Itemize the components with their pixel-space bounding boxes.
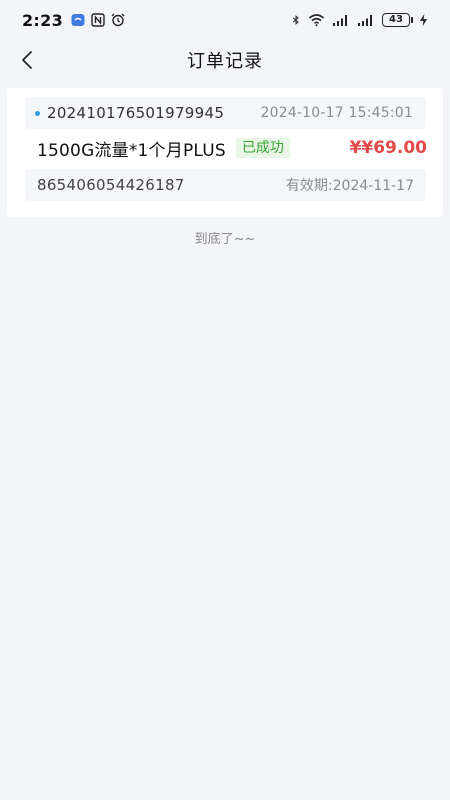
- chevron-left-icon: [22, 51, 32, 69]
- status-badge: 已成功: [235, 138, 290, 158]
- product-name: 1500G流量*1个月PLUS: [37, 140, 226, 161]
- end-of-list-text: 到底了~~: [194, 232, 256, 247]
- chat-app-icon: [71, 14, 85, 26]
- charging-icon: [419, 13, 428, 27]
- order-card[interactable]: 20241017650197​9945 2024-10-17 15:45:01 …: [7, 88, 443, 217]
- status-time: 2:23: [22, 10, 63, 30]
- order-footer-row: 865406054426187 有效期:2024-11-17: [25, 169, 426, 201]
- battery-indicator: 43: [382, 13, 413, 27]
- wifi-icon: [308, 14, 325, 27]
- bluetooth-icon: [292, 15, 299, 25]
- status-bar: 2:23 43: [0, 0, 450, 40]
- order-main-row: 1500G流量*1个月PLUS 已成功 ¥¥69.00: [37, 134, 427, 162]
- service-number: 865406054426187: [37, 176, 185, 194]
- order-price: ¥¥69.00: [349, 138, 427, 158]
- back-button[interactable]: [12, 44, 44, 76]
- order-time: 2024-10-17 15:45:01: [260, 105, 413, 121]
- nav-bar: 订单记录: [0, 40, 450, 80]
- bullet-dot-icon: [35, 110, 40, 116]
- alarm-icon: [111, 13, 125, 27]
- nfc-icon: [91, 13, 105, 27]
- expiry-date: 有效期:2024-11-17: [285, 178, 414, 194]
- order-header-row: 20241017650197​9945 2024-10-17 15:45:01: [25, 97, 426, 129]
- page-title: 订单记录: [187, 51, 263, 72]
- order-id: 20241017650197​9945: [47, 104, 225, 122]
- signal-icon: [358, 15, 372, 26]
- signal-icon: [333, 15, 347, 26]
